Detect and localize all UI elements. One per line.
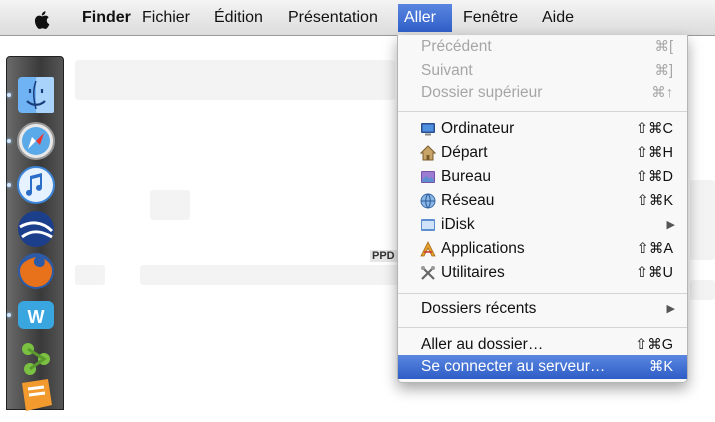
- menu-item-label: Aller au dossier…: [421, 336, 544, 353]
- shortcut-text: ⇧⌘G: [635, 337, 673, 353]
- menu-item-label: Dossier supérieur: [421, 84, 543, 101]
- menu-item-ordinateur[interactable]: Ordinateur ⇧⌘C: [398, 117, 687, 141]
- menu-item-reseau[interactable]: Réseau ⇧⌘K: [398, 189, 687, 213]
- menu-item-suivant: Suivant ⌘]: [398, 59, 687, 83]
- network-icon: [420, 193, 436, 209]
- menu-fichier[interactable]: Fichier: [136, 4, 196, 32]
- dock: W: [6, 56, 64, 411]
- menu-fenetre[interactable]: Fenêtre: [457, 4, 524, 32]
- menu-item-label: Suivant: [421, 62, 473, 79]
- firefox-icon[interactable]: [14, 249, 58, 293]
- menu-item-precedent: Précédent ⌘[: [398, 35, 687, 59]
- shortcut-text: ⇧⌘A: [636, 241, 673, 257]
- menu-item-dossiers-recents[interactable]: Dossiers récents ▶: [398, 297, 687, 321]
- menu-item-label: Ordinateur: [441, 120, 515, 137]
- submenu-arrow-icon: ▶: [666, 219, 675, 231]
- menu-aller[interactable]: Aller: [398, 4, 452, 32]
- menu-item-dossier-superieur: Dossier supérieur ⌘↑: [398, 81, 687, 105]
- menu-item-depart[interactable]: Départ ⇧⌘H: [398, 141, 687, 165]
- menu-item-utilitaires[interactable]: Utilitaires ⇧⌘U: [398, 261, 687, 285]
- menu-item-idisk[interactable]: iDisk ▶: [398, 213, 687, 237]
- desktop-ghost: [75, 60, 395, 100]
- menu-item-applications[interactable]: Applications ⇧⌘A: [398, 237, 687, 261]
- menu-item-label: Utilitaires: [441, 264, 505, 281]
- menu-finder[interactable]: Finder: [76, 4, 137, 32]
- utilities-icon: [421, 266, 435, 280]
- menu-bar: Finder Fichier Édition Présentation Alle…: [0, 0, 715, 36]
- menu-item-label: Applications: [441, 240, 525, 257]
- itunes-icon[interactable]: [7, 163, 58, 207]
- menu-item-label: Départ: [441, 144, 488, 161]
- shortcut-text: ⌘K: [648, 359, 673, 375]
- menu-separator: [398, 111, 687, 112]
- menu-item-label: Réseau: [441, 192, 495, 209]
- menu-item-aller-au-dossier[interactable]: Aller au dossier… ⇧⌘G: [398, 333, 687, 357]
- shortcut-text: ⇧⌘K: [636, 193, 673, 209]
- desktop-ghost: [140, 265, 400, 285]
- menu-aide[interactable]: Aide: [536, 4, 580, 32]
- home-icon: [420, 145, 436, 161]
- menu-item-label: Dossiers récents: [421, 300, 537, 317]
- svg-text:W: W: [28, 307, 45, 327]
- applications-icon: [420, 241, 436, 257]
- pages-icon[interactable]: [14, 373, 58, 417]
- desktop-ghost: [150, 190, 190, 220]
- shortcut-text: ⇧⌘U: [635, 265, 673, 281]
- shortcut-text: ⇧⌘H: [635, 145, 673, 161]
- finder-icon[interactable]: [7, 73, 58, 117]
- menu-item-se-connecter-au-serveur[interactable]: Se connecter au serveur… ⌘K: [398, 355, 687, 379]
- desktop-ghost: [690, 180, 715, 260]
- desktop-item-label[interactable]: PPD: [370, 250, 397, 262]
- submenu-arrow-icon: ▶: [666, 303, 675, 315]
- menu-item-label: iDisk: [441, 216, 475, 233]
- desktop-ghost: [690, 280, 715, 300]
- computer-icon: [421, 123, 435, 136]
- menu-separator: [398, 293, 687, 294]
- shortcut-text: ⌘]: [654, 63, 673, 79]
- menu-item-label: Précédent: [421, 38, 492, 55]
- menu-item-label: Bureau: [441, 168, 491, 185]
- wii-icon[interactable]: W: [7, 293, 58, 337]
- menu-presentation[interactable]: Présentation: [282, 4, 384, 32]
- desktop-ghost: [75, 265, 105, 285]
- shortcut-text: ⌘↑: [651, 85, 673, 101]
- menu-separator: [398, 327, 687, 328]
- menu-item-label: Se connecter au serveur…: [421, 358, 606, 375]
- shortcut-text: ⌘[: [654, 39, 673, 55]
- shortcut-text: ⇧⌘C: [635, 121, 673, 137]
- desktop-icon: [421, 171, 435, 183]
- aller-menu: Précédent ⌘[ Suivant ⌘] Dossier supérieu…: [397, 35, 688, 383]
- apple-icon[interactable]: [34, 10, 52, 30]
- safari-icon[interactable]: [7, 119, 58, 163]
- menu-edition[interactable]: Édition: [208, 4, 269, 32]
- idisk-icon: [421, 219, 435, 231]
- google-earth-icon[interactable]: [14, 207, 58, 251]
- menu-item-bureau[interactable]: Bureau ⇧⌘D: [398, 165, 687, 189]
- shortcut-text: ⇧⌘D: [635, 169, 673, 185]
